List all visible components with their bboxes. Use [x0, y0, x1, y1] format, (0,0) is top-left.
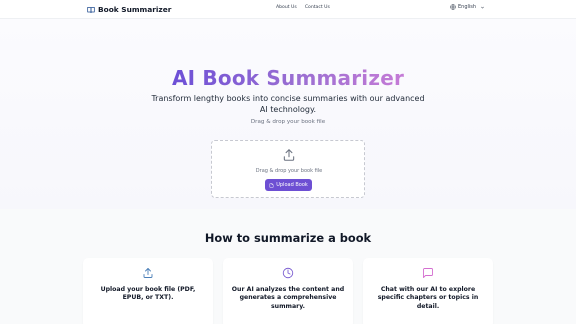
hero-subtitle: Transform lengthy books into concise sum… [151, 94, 425, 114]
step-text: Our AI analyzes the content and generate… [231, 286, 345, 310]
nav-link-about[interactable]: About Us [276, 5, 297, 10]
chat-icon [423, 268, 433, 278]
page-title: AI Book Summarizer [171, 66, 405, 90]
language-selector[interactable]: English [450, 4, 485, 10]
dropzone-text: Drag & drop your book file [255, 168, 323, 174]
step-text: Upload your book file (PDF, EPUB, or TXT… [100, 286, 196, 302]
step-card-analyze: Our AI analyzes the content and generate… [223, 258, 353, 324]
upload-icon [143, 268, 153, 278]
file-icon [269, 182, 274, 188]
upload-icon [283, 149, 295, 161]
book-icon [87, 6, 95, 13]
hero-hint: Drag & drop your book file [250, 119, 326, 125]
clock-icon [282, 267, 294, 279]
step-card-chat: Chat with our AI to explore specific cha… [363, 258, 493, 324]
upload-book-label: Upload Book [276, 182, 308, 188]
file-dropzone[interactable]: Drag & drop your book file Upload Book [211, 140, 365, 198]
language-label: English [458, 4, 477, 10]
hero-section: AI Book Summarizer Transform lengthy boo… [0, 19, 576, 209]
nav-links: About Us Contact Us [276, 5, 330, 10]
step-card-upload: Upload your book file (PDF, EPUB, or TXT… [83, 258, 213, 324]
brand-logo[interactable]: Book Summarizer [87, 4, 171, 15]
top-navbar: Book Summarizer About Us Contact Us Engl… [0, 0, 576, 19]
globe-icon [450, 4, 456, 10]
how-to-section: How to summarize a book Upload your book… [0, 209, 576, 324]
section-title: How to summarize a book [204, 231, 372, 245]
chevron-down-icon [481, 6, 484, 8]
upload-book-button[interactable]: Upload Book [265, 179, 312, 191]
nav-link-contact[interactable]: Contact Us [305, 5, 330, 10]
step-text: Chat with our AI to explore specific cha… [377, 286, 479, 310]
brand-name: Book Summarizer [98, 5, 172, 14]
